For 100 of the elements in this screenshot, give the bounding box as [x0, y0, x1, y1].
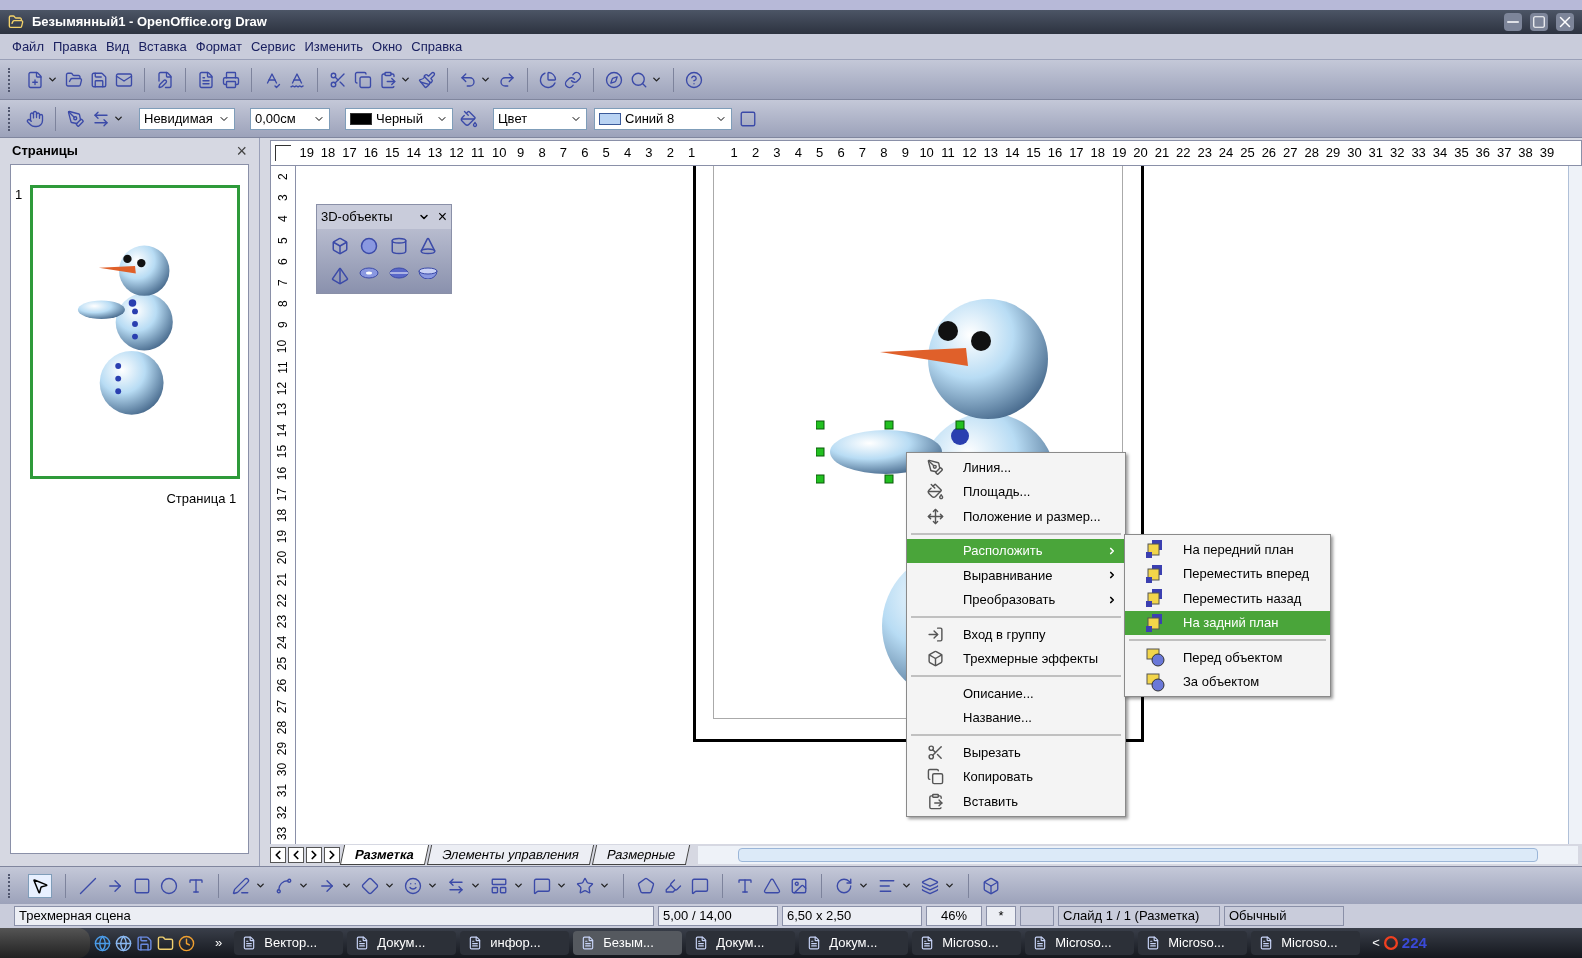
- caret-icon[interactable]: [341, 880, 352, 891]
- ellipse-icon[interactable]: [160, 876, 178, 895]
- menu-item[interactable]: Копировать: [907, 764, 1125, 789]
- arrange-icon[interactable]: [921, 876, 939, 895]
- taskbar-item[interactable]: Безым...: [573, 931, 683, 955]
- menu-item[interactable]: Вид: [105, 36, 130, 57]
- menu-item[interactable]: Площадь...: [907, 479, 1125, 504]
- extrusion-icon[interactable]: [982, 876, 1000, 895]
- menu-item[interactable]: Линия...: [907, 455, 1125, 480]
- close-icon[interactable]: [1556, 13, 1574, 31]
- sheet-tab[interactable]: Элементы управления: [426, 845, 594, 865]
- menu-item[interactable]: На передний план: [1125, 537, 1330, 562]
- caret-icon[interactable]: [470, 880, 481, 891]
- minimize-icon[interactable]: [1504, 13, 1522, 31]
- fontwork-icon[interactable]: [736, 876, 754, 895]
- arrow-style-icon[interactable]: [92, 109, 110, 128]
- connector-icon[interactable]: [275, 876, 293, 895]
- rotate-icon[interactable]: [835, 876, 853, 895]
- new-document-icon[interactable]: [26, 70, 44, 89]
- double-arrow-icon[interactable]: [447, 876, 465, 895]
- points-icon[interactable]: [637, 876, 655, 895]
- menu-item[interactable]: Формат: [195, 36, 242, 57]
- caret-icon[interactable]: [384, 880, 395, 891]
- undo-icon[interactable]: [459, 70, 477, 89]
- caret-icon[interactable]: [901, 880, 912, 891]
- caret-icon[interactable]: [480, 74, 491, 85]
- caret-icon[interactable]: [400, 74, 411, 85]
- hand-icon[interactable]: [26, 109, 44, 128]
- taskbar-item[interactable]: Microso...: [1138, 931, 1248, 955]
- select-tool[interactable]: [28, 873, 52, 898]
- taskbar-item[interactable]: инфор...: [460, 931, 570, 955]
- menu-item[interactable]: Перед объектом: [1125, 645, 1330, 670]
- menu-item[interactable]: Файл: [12, 36, 44, 57]
- cylinder-icon[interactable]: [389, 237, 408, 255]
- caret-icon[interactable]: [858, 880, 869, 891]
- menu-item[interactable]: Положение и размер...: [907, 504, 1125, 529]
- menu-item[interactable]: Переместить назад: [1125, 586, 1330, 611]
- sheet-tab[interactable]: Разметка: [339, 845, 429, 865]
- glue-icon[interactable]: [691, 876, 709, 895]
- pyramid-icon[interactable]: [330, 267, 349, 285]
- pdf-icon[interactable]: [197, 70, 215, 89]
- menu-item[interactable]: Преобразовать: [907, 587, 1125, 612]
- caret-icon[interactable]: [298, 880, 309, 891]
- caret-icon[interactable]: [599, 880, 610, 891]
- pen-icon[interactable]: [67, 109, 85, 128]
- taskbar-item[interactable]: Microso...: [912, 931, 1022, 955]
- image-icon[interactable]: [790, 876, 808, 895]
- pie-chart-icon[interactable]: [539, 70, 557, 89]
- tray-icon[interactable]: [1383, 936, 1398, 950]
- clock-icon[interactable]: [178, 934, 195, 952]
- menu-item[interactable]: Вырезать: [907, 740, 1125, 765]
- caret-icon[interactable]: [113, 113, 124, 124]
- menu-item[interactable]: Справка: [411, 36, 463, 57]
- rectangle-icon[interactable]: [133, 876, 151, 895]
- smiley-icon[interactable]: [404, 876, 422, 895]
- taskbar-item[interactable]: Докум...: [799, 931, 909, 955]
- caret-icon[interactable]: [556, 880, 567, 891]
- caret-icon[interactable]: [47, 74, 58, 85]
- cube-icon[interactable]: [330, 237, 349, 255]
- line-width-spinner[interactable]: 0,00см: [250, 107, 330, 130]
- torus-icon[interactable]: [359, 267, 380, 279]
- taskbar-item[interactable]: Microso...: [1025, 931, 1135, 955]
- sheet-tab[interactable]: Размерные: [591, 845, 691, 865]
- horizontal-scrollbar[interactable]: [698, 846, 1578, 864]
- help-icon[interactable]: [685, 70, 703, 89]
- curve-icon[interactable]: [232, 876, 250, 895]
- caret-icon[interactable]: [427, 880, 438, 891]
- sheet-nav-icon[interactable]: [270, 847, 286, 863]
- printer-icon[interactable]: [222, 70, 240, 89]
- folder-icon[interactable]: [157, 934, 174, 952]
- menu-item[interactable]: Описание...: [907, 681, 1125, 706]
- menu-item[interactable]: Вход в группу: [907, 622, 1125, 647]
- sheet-nav-icon[interactable]: [324, 847, 340, 863]
- mail-icon[interactable]: [115, 70, 133, 89]
- toolbar-grip[interactable]: [8, 106, 11, 131]
- redo-icon[interactable]: [498, 70, 516, 89]
- highlighter-icon[interactable]: [664, 876, 682, 895]
- menu-item[interactable]: Трехмерные эффекты: [907, 646, 1125, 671]
- start-button[interactable]: [0, 928, 90, 958]
- diamond-icon[interactable]: [361, 876, 379, 895]
- menu-item[interactable]: Окно: [372, 36, 403, 57]
- copy-icon[interactable]: [354, 70, 372, 89]
- caret-icon[interactable]: [651, 74, 662, 85]
- globe-icon[interactable]: [115, 934, 132, 952]
- sheet-nav-icon[interactable]: [288, 847, 304, 863]
- menu-item[interactable]: Вставка: [138, 36, 187, 57]
- taskbar-item[interactable]: Докум...: [686, 931, 796, 955]
- toolbar-grip[interactable]: [8, 873, 11, 898]
- shadow-icon[interactable]: [739, 109, 757, 128]
- shapes-icon[interactable]: [763, 876, 781, 895]
- caret-icon[interactable]: [513, 880, 524, 891]
- browser-icon[interactable]: [94, 934, 111, 952]
- scrollbar-thumb[interactable]: [738, 848, 1538, 862]
- save-icon[interactable]: [136, 934, 153, 952]
- maximize-icon[interactable]: [1530, 13, 1548, 31]
- menu-item[interactable]: Название...: [907, 705, 1125, 730]
- menu-item[interactable]: За объектом: [1125, 669, 1330, 694]
- menu-item[interactable]: Правка: [52, 36, 97, 57]
- edit-file-icon[interactable]: [156, 70, 174, 89]
- shell-icon[interactable]: [388, 267, 409, 279]
